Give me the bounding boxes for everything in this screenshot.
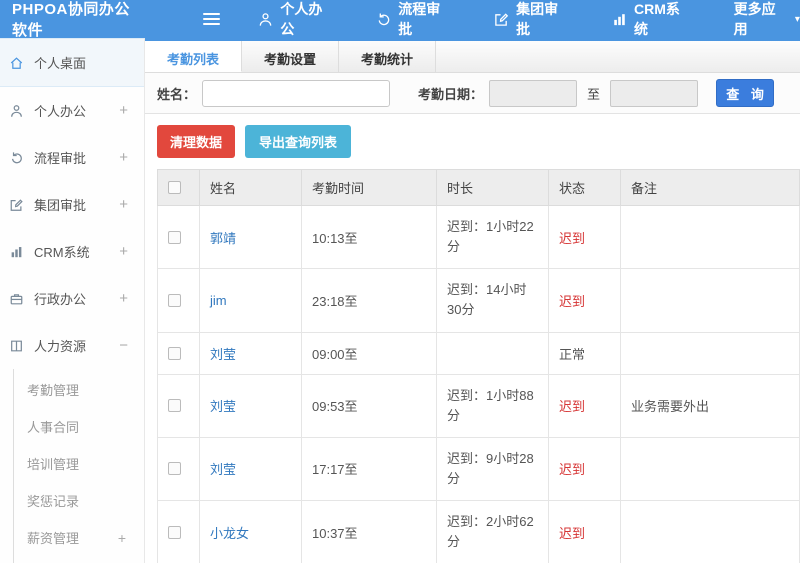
collapse-minus-icon[interactable]: − xyxy=(119,337,132,354)
expand-plus-icon[interactable]: + xyxy=(119,243,132,260)
sidebar-item-workflow-approval[interactable]: 流程审批 + xyxy=(0,134,144,181)
table-row: 郭靖 10:13至 迟到：1小时22分 迟到 xyxy=(157,204,800,270)
row-checkbox[interactable] xyxy=(168,293,181,307)
table-row: 刘莹 09:53至 迟到：1小时88分 迟到 业务需要外出 xyxy=(157,373,800,438)
row-checkbox[interactable] xyxy=(168,346,181,360)
expand-plus-icon[interactable]: + xyxy=(119,102,132,119)
sidebar-item-admin-office[interactable]: 行政办公 + xyxy=(0,275,144,322)
row-checkbox[interactable] xyxy=(168,525,181,539)
expand-plus-icon[interactable]: + xyxy=(119,290,132,307)
sidebar-item-group-approval[interactable]: 集团审批 + xyxy=(0,181,144,228)
sidebar-item-personal-office[interactable]: 个人办公 + xyxy=(0,87,144,134)
table-header-row: 姓名 考勤时间 时长 状态 备注 xyxy=(157,169,800,206)
expand-plus-icon[interactable]: + xyxy=(119,149,132,166)
col-note: 备注 xyxy=(620,169,800,206)
name-label: 姓名： xyxy=(157,86,197,102)
action-bar: 清理数据 导出查询列表 xyxy=(145,114,800,169)
status-badge: 迟到 xyxy=(548,373,621,438)
bar-chart-icon xyxy=(612,12,627,26)
tab-attendance-settings[interactable]: 考勤设置 xyxy=(242,41,340,72)
main-content: 考勤列表 考勤设置 考勤统计 姓名： 考勤日期： 至 查 询 清理数据 导出查询… xyxy=(145,38,800,563)
employee-name-link[interactable]: 郭靖 xyxy=(210,231,236,246)
status-badge: 迟到 xyxy=(548,500,621,563)
bar-chart-icon xyxy=(9,244,26,259)
employee-name-link[interactable]: 刘莹 xyxy=(210,347,236,362)
sidebar-subitem-attendance-mgmt[interactable]: 考勤管理 xyxy=(14,371,144,408)
top-navbar: PHPOA协同办公软件 个人办公 流程审批 集团审批 CRM系统 更多应用 ▾ xyxy=(0,0,800,39)
user-icon xyxy=(9,103,26,118)
tab-bar: 考勤列表 考勤设置 考勤统计 xyxy=(145,41,800,73)
col-name: 姓名 xyxy=(199,169,302,206)
attendance-table-wrap: 姓名 考勤时间 时长 状态 备注 郭靖 10:13至 迟到：1小时22分 迟到 … xyxy=(145,169,800,563)
status-badge: 正常 xyxy=(548,331,621,375)
sidebar: 个人桌面 个人办公 + 流程审批 + 集团审批 + CRM系统 + 行政办公 +… xyxy=(0,38,145,563)
col-duration: 时长 xyxy=(436,169,549,206)
book-icon xyxy=(9,338,26,353)
select-all-checkbox[interactable] xyxy=(168,181,181,194)
row-checkbox[interactable] xyxy=(168,230,181,244)
row-checkbox[interactable] xyxy=(168,462,181,476)
flow-icon xyxy=(9,150,26,165)
status-badge: 迟到 xyxy=(548,436,621,502)
clean-data-button[interactable]: 清理数据 xyxy=(157,125,236,158)
col-time: 考勤时间 xyxy=(301,169,437,206)
employee-name-link[interactable]: jim xyxy=(210,293,227,308)
date-to-input[interactable] xyxy=(610,79,699,107)
hr-submenu: 考勤管理 人事合同 培训管理 奖惩记录 薪资管理+ 招聘管理+ xyxy=(13,369,144,563)
employee-name-link[interactable]: 刘莹 xyxy=(210,399,236,414)
export-list-button[interactable]: 导出查询列表 xyxy=(245,125,352,158)
table-row: 刘莹 17:17至 迟到：9小时28分 迟到 xyxy=(157,436,800,502)
tab-attendance-list[interactable]: 考勤列表 xyxy=(145,41,243,72)
employee-name-link[interactable]: 刘莹 xyxy=(210,462,236,477)
table-row: 小龙女 10:37至 迟到：2小时62分 迟到 xyxy=(157,500,800,563)
expand-plus-icon[interactable]: + xyxy=(118,530,134,546)
sidebar-subitem-training-mgmt[interactable]: 培训管理 xyxy=(14,445,144,482)
col-status: 状态 xyxy=(548,169,621,206)
employee-name-link[interactable]: 小龙女 xyxy=(210,526,249,541)
status-badge: 迟到 xyxy=(548,204,621,270)
nav-workflow-approval[interactable]: 流程审批 xyxy=(376,0,450,39)
user-icon xyxy=(258,12,273,27)
flow-icon xyxy=(376,12,391,27)
search-button[interactable]: 查 询 xyxy=(716,79,775,107)
sidebar-subitem-salary-mgmt[interactable]: 薪资管理 + xyxy=(14,519,144,556)
home-icon xyxy=(9,55,26,70)
date-label: 考勤日期： xyxy=(418,86,484,102)
attendance-table: 姓名 考勤时间 时长 状态 备注 郭靖 10:13至 迟到：1小时22分 迟到 … xyxy=(157,169,800,563)
menu-toggle-icon[interactable] xyxy=(203,10,221,28)
filter-bar: 姓名： 考勤日期： 至 查 询 xyxy=(145,73,800,114)
app-window: PHPOA协同办公软件 个人办公 流程审批 集团审批 CRM系统 更多应用 ▾ xyxy=(0,0,800,563)
name-input[interactable] xyxy=(202,79,391,107)
sidebar-subitem-reward-punishment[interactable]: 奖惩记录 xyxy=(14,482,144,519)
table-row: jim 23:18至 迟到：14小时30分 迟到 xyxy=(157,268,800,333)
nav-group-approval[interactable]: 集团审批 xyxy=(494,0,568,39)
sidebar-subitem-hr-contract[interactable]: 人事合同 xyxy=(14,408,144,445)
caret-down-icon: ▾ xyxy=(794,13,800,25)
edit-icon xyxy=(9,197,26,212)
sidebar-item-crm-system[interactable]: CRM系统 + xyxy=(0,228,144,275)
status-badge: 迟到 xyxy=(548,268,621,333)
briefcase-icon xyxy=(9,291,26,306)
nav-crm-system[interactable]: CRM系统 xyxy=(612,0,690,39)
date-from-input[interactable] xyxy=(489,79,578,107)
expand-plus-icon[interactable]: + xyxy=(119,196,132,213)
tab-attendance-stats[interactable]: 考勤统计 xyxy=(339,41,437,72)
sidebar-item-personal-desktop[interactable]: 个人桌面 xyxy=(0,38,144,87)
sidebar-item-human-resources[interactable]: 人力资源 − xyxy=(0,322,144,369)
table-row: 刘莹 09:00至 正常 xyxy=(157,331,800,375)
app-logo: PHPOA协同办公软件 xyxy=(12,1,130,39)
date-to-separator: 至 xyxy=(587,86,601,102)
sidebar-subitem-recruit-mgmt[interactable]: 招聘管理+ xyxy=(14,556,144,563)
edit-icon xyxy=(494,12,509,27)
row-checkbox[interactable] xyxy=(168,399,181,413)
nav-more-apps[interactable]: 更多应用 ▾ xyxy=(734,0,800,39)
nav-personal-office[interactable]: 个人办公 xyxy=(258,0,332,39)
